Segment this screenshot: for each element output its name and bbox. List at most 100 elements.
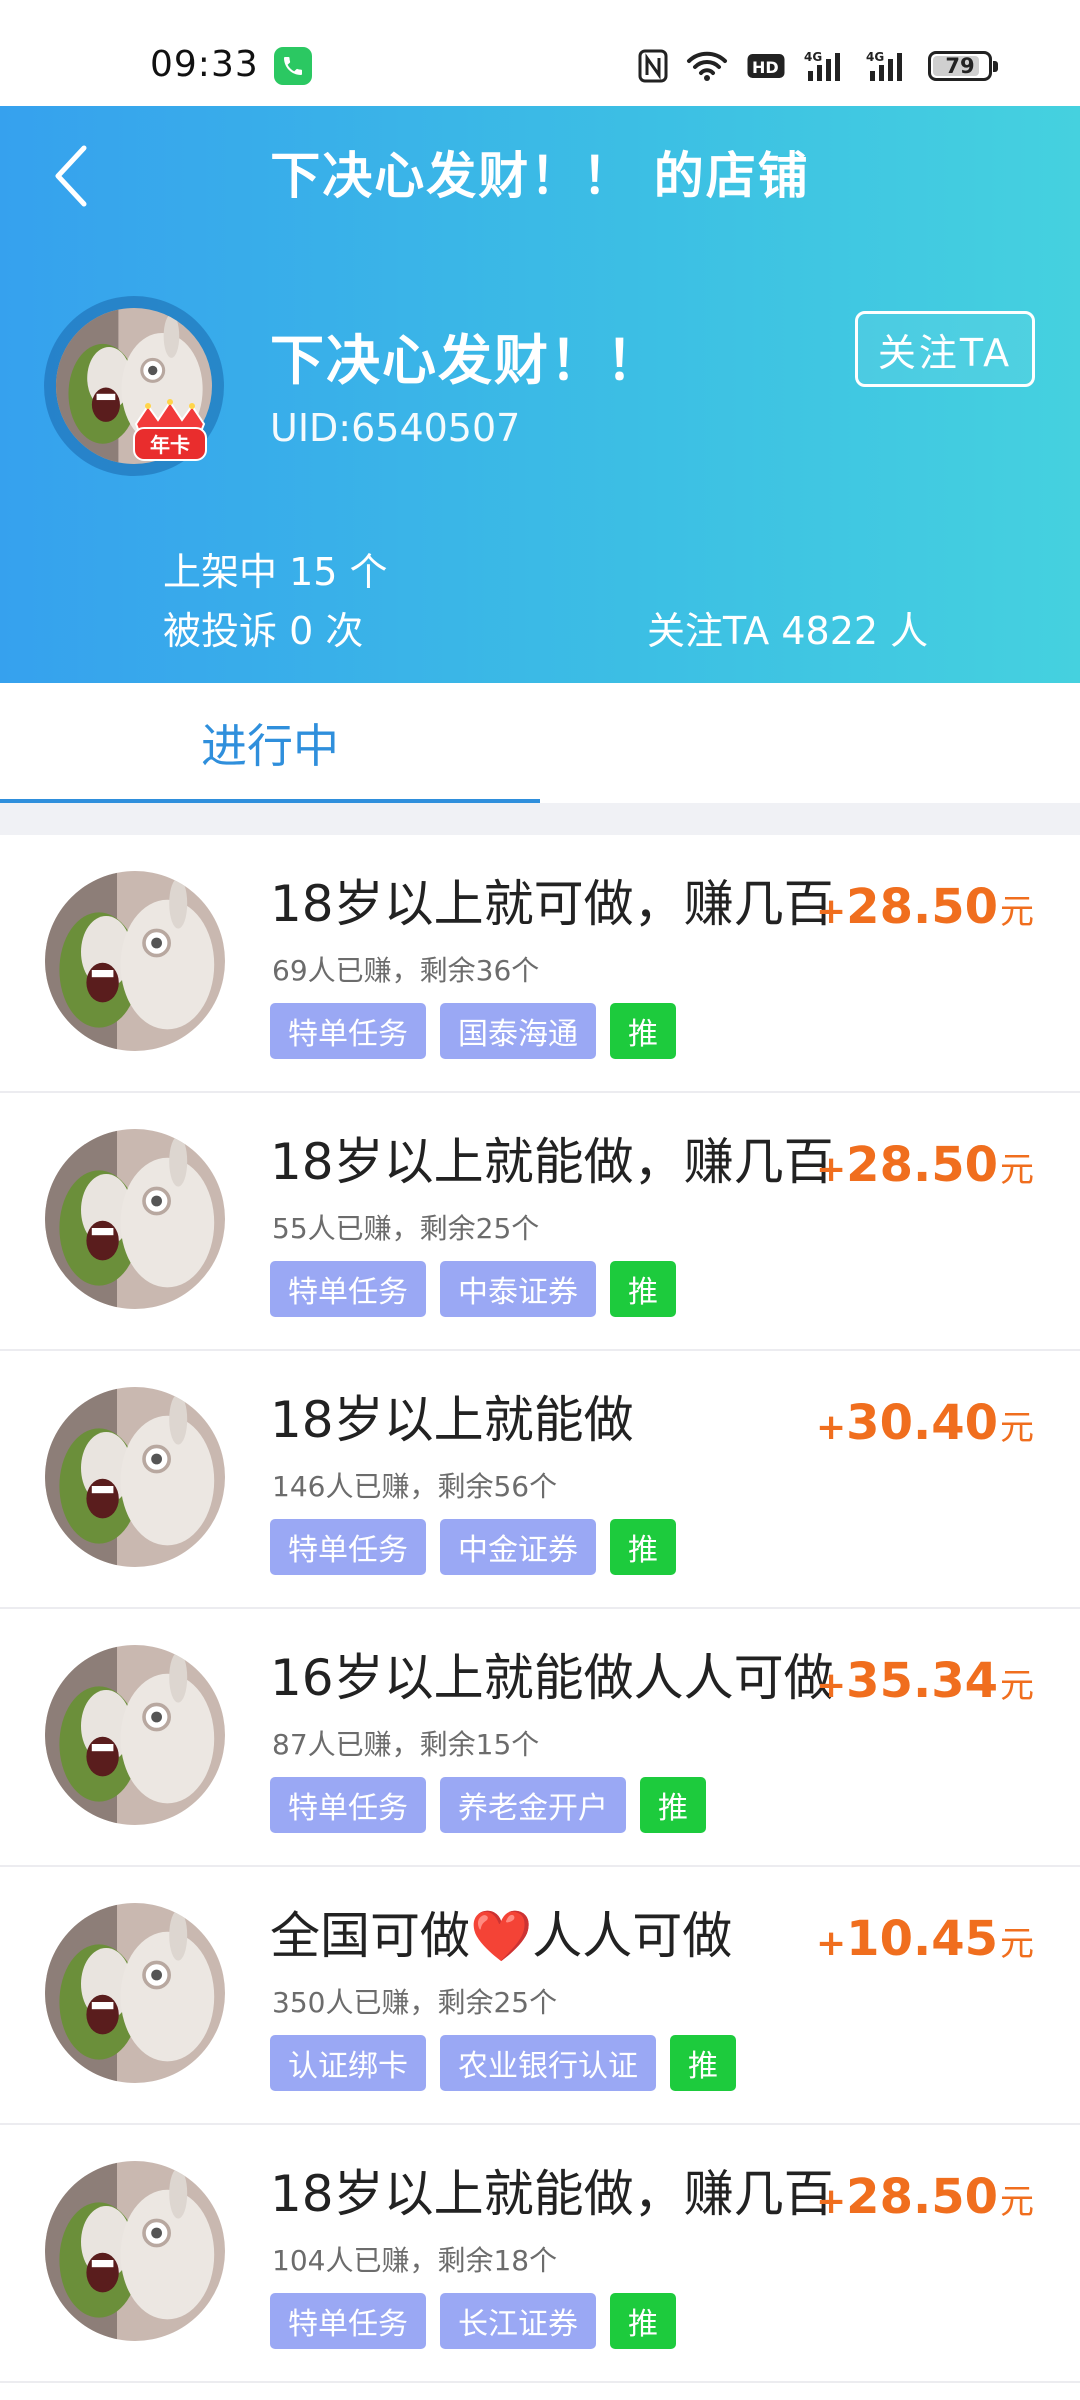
shop-header: 下决心发财！！ 的店铺 年卡 下决心发财！！ UID:6540507 关注TA … (0, 106, 1080, 683)
task-item[interactable]: 18岁以上就可做，赚几百 69人已赚，剩余36个特单任务 国泰海通推 +28.50 元 (0, 835, 1080, 1093)
task-reward: +28.50 元 (816, 2169, 1034, 2225)
recommend-badge: 推 (610, 1261, 676, 1317)
svg-text:HD: HD (752, 58, 779, 77)
wifi-icon (687, 51, 727, 81)
task-title: 18岁以上就可做，赚几百 (270, 875, 834, 933)
task-reward: +10.45 元 (816, 1911, 1034, 1967)
task-tags: 特单任务 长江证券推 (270, 2293, 676, 2349)
task-tags: 特单任务 中金证券推 (270, 1519, 676, 1575)
task-title: 全国可做❤️人人可做 (270, 1907, 733, 1965)
reward-amount: 28.50 (846, 879, 998, 935)
task-avatar (45, 1129, 225, 1309)
reward-amount: 28.50 (846, 2169, 998, 2225)
reward-plus: + (816, 891, 847, 932)
status-time: 09:33 (150, 44, 259, 85)
recommend-badge: 推 (610, 2293, 676, 2349)
reward-plus: + (816, 1665, 847, 1706)
tab-bar: 进行中 (0, 683, 1080, 803)
task-avatar (45, 1645, 225, 1825)
task-avatar (45, 871, 225, 1051)
year-card-badge-text: 年卡 (150, 433, 190, 457)
task-title: 18岁以上就能做，赚几百 (270, 1133, 834, 1191)
svg-text:4G: 4G (866, 50, 884, 64)
task-progress-text: 87人已赚，剩余15个 (272, 1728, 540, 1761)
reward-plus: + (816, 2181, 847, 2222)
task-title: 16岁以上就能做人人可做 (270, 1649, 834, 1707)
svg-text:4G: 4G (804, 50, 822, 64)
task-tags: 特单任务 养老金开户推 (270, 1777, 706, 1833)
task-tag: 特单任务 (270, 1777, 426, 1833)
task-item[interactable]: 16岁以上就能做人人可做 87人已赚，剩余15个特单任务 养老金开户推 +35.34 元 (0, 1609, 1080, 1867)
task-avatar (45, 1903, 225, 2083)
task-progress-text: 55人已赚，剩余25个 (272, 1212, 540, 1245)
task-tag: 中泰证券 (440, 1261, 596, 1317)
task-title: 18岁以上就能做，赚几百 (270, 2165, 834, 2223)
battery-level: 79 (945, 54, 975, 78)
shop-uid: UID:6540507 (270, 406, 521, 450)
task-tag: 长江证券 (440, 2293, 596, 2349)
task-progress-text: 69人已赚，剩余36个 (272, 954, 540, 987)
reward-amount: 30.40 (846, 1395, 998, 1451)
reward-unit: 元 (1000, 1408, 1034, 1448)
shop-avatar[interactable]: 年卡 (44, 296, 224, 476)
task-tags: 特单任务 中泰证券推 (270, 1261, 676, 1317)
task-tag: 农业银行认证 (440, 2035, 656, 2091)
task-avatar (45, 2161, 225, 2341)
task-item[interactable]: 18岁以上就能做 146人已赚，剩余56个特单任务 中金证券推 +30.40 元 (0, 1351, 1080, 1609)
recommend-badge: 推 (640, 1777, 706, 1833)
task-tag: 特单任务 (270, 1003, 426, 1059)
reward-unit: 元 (1000, 1150, 1034, 1190)
reward-amount: 10.45 (846, 1911, 998, 1967)
phone-call-icon (274, 47, 312, 85)
task-tag: 国泰海通 (440, 1003, 596, 1059)
signal-4g-icon: 4G (866, 50, 902, 81)
task-progress-text: 146人已赚，剩余56个 (272, 1470, 558, 1503)
reward-amount: 28.50 (846, 1137, 998, 1193)
task-progress-text: 104人已赚，剩余18个 (272, 2244, 558, 2277)
listed-count: 上架中 15 个 (163, 550, 388, 594)
section-divider (0, 803, 1080, 835)
reward-unit: 元 (1000, 892, 1034, 932)
tab-in-progress[interactable]: 进行中 (0, 683, 540, 803)
task-item[interactable]: 全国可做❤️人人可做 350人已赚，剩余25个认证绑卡 农业银行认证推 +10.45 元 (0, 1867, 1080, 2125)
shop-name: 下决心发财！！ (270, 329, 662, 392)
recommend-badge: 推 (610, 1519, 676, 1575)
task-tags: 特单任务 国泰海通推 (270, 1003, 676, 1059)
status-icons: HD 4G 4G 79 (638, 46, 998, 86)
hd-icon: HD (747, 54, 785, 78)
task-reward: +30.40 元 (816, 1395, 1034, 1451)
recommend-badge: 推 (610, 1003, 676, 1059)
reward-unit: 元 (1000, 1924, 1034, 1964)
task-title: 18岁以上就能做 (270, 1391, 634, 1449)
task-tag: 特单任务 (270, 2293, 426, 2349)
battery-icon: 79 (928, 51, 998, 81)
task-item[interactable]: 18岁以上就能做，赚几百 104人已赚，剩余18个特单任务 长江证券推 +28.50 元 (0, 2125, 1080, 2383)
reward-plus: + (816, 1923, 847, 1964)
task-reward: +28.50 元 (816, 1137, 1034, 1193)
nfc-icon (638, 49, 668, 83)
task-reward: +35.34 元 (816, 1653, 1034, 1709)
task-progress-text: 350人已赚，剩余25个 (272, 1986, 558, 2019)
signal-4g-icon: 4G (804, 50, 840, 81)
task-reward: +28.50 元 (816, 879, 1034, 935)
task-tag: 中金证券 (440, 1519, 596, 1575)
task-tag: 特单任务 (270, 1261, 426, 1317)
page-title: 下决心发财！！ 的店铺 (270, 147, 810, 205)
task-tag: 特单任务 (270, 1519, 426, 1575)
reward-plus: + (816, 1149, 847, 1190)
status-bar: 09:33 HD 4G 4G 79 (0, 0, 1080, 106)
task-tags: 认证绑卡 农业银行认证推 (270, 2035, 736, 2091)
task-avatar (45, 1387, 225, 1567)
task-tag: 养老金开户 (440, 1777, 626, 1833)
reward-plus: + (816, 1407, 847, 1448)
recommend-badge: 推 (670, 2035, 736, 2091)
follow-button[interactable]: 关注TA (855, 311, 1035, 387)
task-list: 18岁以上就可做，赚几百 69人已赚，剩余36个 特单任务 国泰海通推 +28.50 元 … (0, 835, 1080, 2383)
complaint-count: 被投诉 0 次 (163, 609, 364, 653)
follower-count: 关注TA 4822 人 (647, 609, 929, 653)
task-item[interactable]: 18岁以上就能做，赚几百 55人已赚，剩余25个特单任务 中泰证券推 +28.50 元 (0, 1093, 1080, 1351)
reward-unit: 元 (1000, 1666, 1034, 1706)
year-card-badge: 年卡 (133, 399, 207, 461)
reward-amount: 35.34 (846, 1653, 998, 1709)
task-tag: 认证绑卡 (270, 2035, 426, 2091)
